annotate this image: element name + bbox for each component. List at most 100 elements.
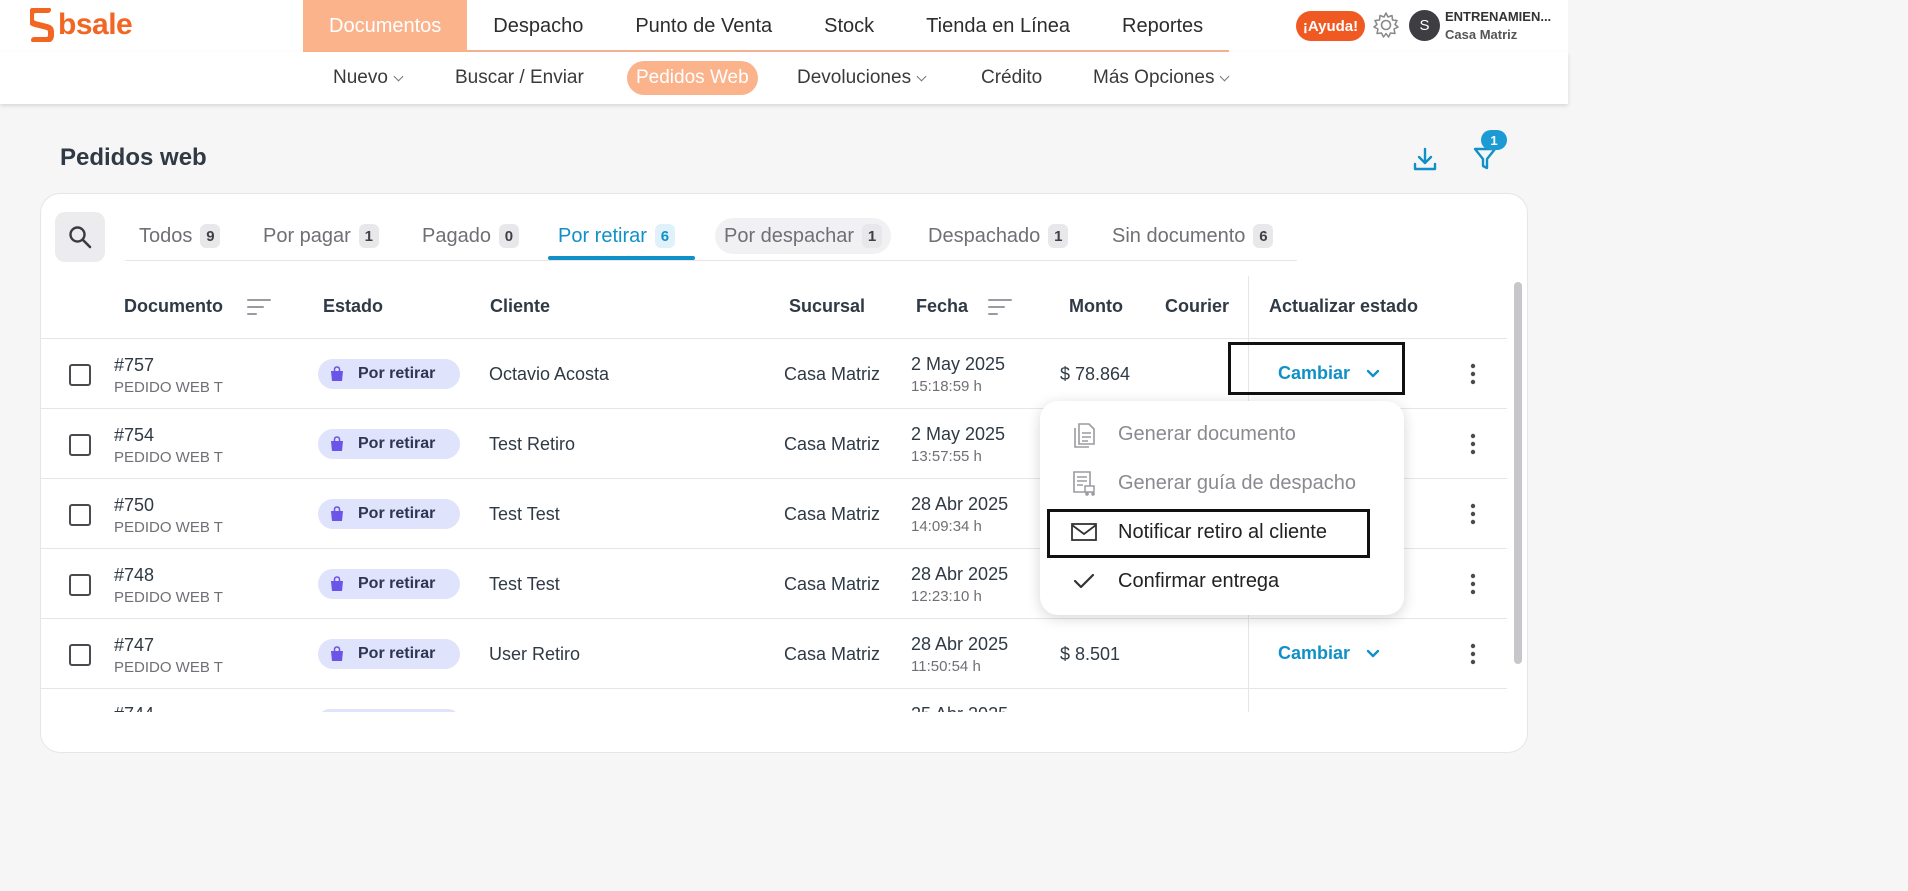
tab-despachado-count: 1 (1048, 224, 1069, 248)
filter-count-badge: 1 (1481, 130, 1507, 150)
change-button-highlight (1228, 342, 1405, 395)
nav-tienda-en-linea[interactable]: Tienda en Línea (900, 0, 1096, 52)
order-date: 2 May 2025 (911, 354, 1006, 374)
nav-despacho[interactable]: Despacho (467, 0, 609, 52)
sub-nav: Nuevo Buscar / Enviar Pedidos Web Devolu… (0, 52, 1568, 104)
more-options-icon[interactable] (1468, 503, 1478, 525)
tab-por-retirar[interactable]: Por retirar 6 (558, 218, 675, 254)
nav-reportes[interactable]: Reportes (1096, 0, 1229, 52)
branch-name: Casa Matriz (784, 574, 881, 594)
document-type: PEDIDO WEB T (114, 379, 223, 396)
status-label: Por retirar (358, 505, 436, 522)
vertical-scrollbar[interactable] (1514, 282, 1522, 664)
subnav-pedidos-web-label: Pedidos Web (636, 67, 749, 88)
client-name: Octavio Acosta (489, 364, 610, 384)
tab-por-pagar[interactable]: Por pagar 1 (263, 218, 379, 254)
table-row[interactable]: #747 PEDIDO WEB T Por retirar User Retir… (41, 619, 1507, 689)
main-nav: Documentos Despacho Punto de Venta Stock… (303, 0, 1230, 52)
shopping-bag-icon (331, 436, 343, 451)
order-time: 13:57:55 h (911, 448, 982, 465)
tab-pagado[interactable]: Pagado 0 (422, 218, 519, 254)
subnav-devoluciones-label: Devoluciones (797, 67, 912, 88)
subnav-credito[interactable]: Crédito (981, 61, 1042, 95)
tab-todos[interactable]: Todos 9 (139, 218, 221, 254)
client-name: Test Retiro (489, 434, 576, 454)
more-options-icon[interactable] (1468, 643, 1478, 665)
subnav-buscar-enviar-label: Buscar / Enviar (455, 67, 584, 88)
avatar[interactable]: S (1409, 10, 1440, 41)
subnav-pedidos-web[interactable]: Pedidos Web (627, 61, 758, 95)
tab-por-pagar-count: 1 (358, 224, 379, 248)
status-label: Por retirar (358, 575, 436, 592)
tabs-divider (125, 260, 1297, 261)
change-status-menu: Generar documento Generar guía de despac… (1040, 401, 1404, 615)
column-header-monto: Monto (1069, 296, 1123, 316)
nav-documentos[interactable]: Documentos (303, 0, 468, 52)
row-checkbox[interactable] (69, 574, 91, 596)
document-number[interactable]: #747 (114, 635, 154, 656)
dispatch-guide-icon (1073, 471, 1095, 496)
subnav-devoluciones[interactable]: Devoluciones (797, 61, 927, 95)
menu-confirm-delivery[interactable]: Confirmar entrega (1040, 561, 1404, 601)
document-type: PEDIDO WEB T (114, 589, 223, 606)
column-header-documento[interactable]: Documento (124, 296, 223, 317)
more-options-icon[interactable] (1468, 363, 1478, 385)
more-options-icon[interactable] (1468, 433, 1478, 455)
order-date: 28 Abr 2025 (911, 494, 1009, 514)
gear-icon[interactable] (1372, 11, 1400, 39)
document-number[interactable]: #748 (114, 565, 154, 586)
status-badge: Por retirar (318, 359, 460, 389)
menu-generate-dispatch-guide[interactable]: Generar guía de despacho (1040, 463, 1404, 503)
bsale-logo-icon (30, 8, 54, 42)
row-checkbox[interactable] (69, 434, 91, 456)
document-type: PEDIDO WEB T (114, 519, 223, 536)
order-date: 28 Abr 2025 (911, 634, 1009, 654)
sort-icon[interactable] (247, 298, 271, 316)
document-icon (1074, 423, 1095, 448)
row-checkbox[interactable] (69, 364, 91, 386)
document-number[interactable]: #754 (114, 425, 154, 446)
column-header-sucursal: Sucursal (789, 296, 866, 316)
order-date: 2 May 2025 (911, 424, 1006, 444)
chevron-down-icon (1220, 71, 1230, 81)
tab-pagado-label: Pagado (422, 224, 491, 247)
subnav-buscar-enviar[interactable]: Buscar / Enviar (455, 61, 584, 95)
row-checkbox[interactable] (69, 504, 91, 526)
row-checkbox[interactable] (69, 644, 91, 666)
tab-despachado-label: Despachado (928, 224, 1041, 247)
subnav-mas-opciones[interactable]: Más Opciones (1093, 61, 1230, 95)
more-options-icon[interactable] (1468, 573, 1478, 595)
status-label: Por retirar (358, 365, 436, 382)
tab-por-despachar-label: Por despachar (724, 224, 855, 247)
download-icon[interactable] (1412, 146, 1438, 172)
menu-generate-dispatch-guide-label: Generar guía de despacho (1118, 471, 1356, 494)
tab-por-pagar-label: Por pagar (263, 224, 351, 247)
document-number[interactable]: #757 (114, 355, 154, 376)
document-number[interactable]: #750 (114, 495, 154, 516)
change-status-button[interactable]: Cambiar (1278, 643, 1380, 664)
document-type: PEDIDO WEB T (114, 449, 223, 466)
status-badge: Por retirar (318, 499, 460, 529)
tab-sin-documento-count: 6 (1253, 224, 1274, 248)
help-button[interactable]: ¡Ayuda! (1296, 11, 1365, 41)
chevron-down-icon (916, 71, 927, 81)
branch-name: Casa Matriz (784, 364, 881, 384)
menu-generate-document[interactable]: Generar documento (1040, 414, 1404, 454)
branch-name: Casa Matriz (784, 644, 881, 664)
nav-punto-de-venta[interactable]: Punto de Venta (609, 0, 798, 52)
column-header-fecha[interactable]: Fecha (916, 296, 968, 317)
top-bar: bsale Documentos Despacho Punto de Venta… (0, 0, 1568, 52)
tab-sin-documento-label: Sin documento (1112, 224, 1246, 247)
subnav-nuevo[interactable]: Nuevo (333, 61, 404, 95)
nav-stock[interactable]: Stock (798, 0, 900, 52)
tab-despachado[interactable]: Despachado 1 (928, 218, 1069, 254)
order-time: 12:23:10 h (911, 588, 982, 605)
search-button[interactable] (55, 212, 105, 262)
status-badge: Por retirar (318, 569, 460, 599)
sort-icon[interactable] (988, 298, 1012, 316)
document-type: PEDIDO WEB T (114, 659, 223, 676)
bsale-logo[interactable]: bsale (30, 8, 133, 42)
tab-por-despachar[interactable]: Por despachar 1 (715, 218, 892, 254)
user-name[interactable]: ENTRENAMIEN... (1445, 9, 1551, 24)
tab-sin-documento[interactable]: Sin documento 6 (1112, 218, 1274, 254)
